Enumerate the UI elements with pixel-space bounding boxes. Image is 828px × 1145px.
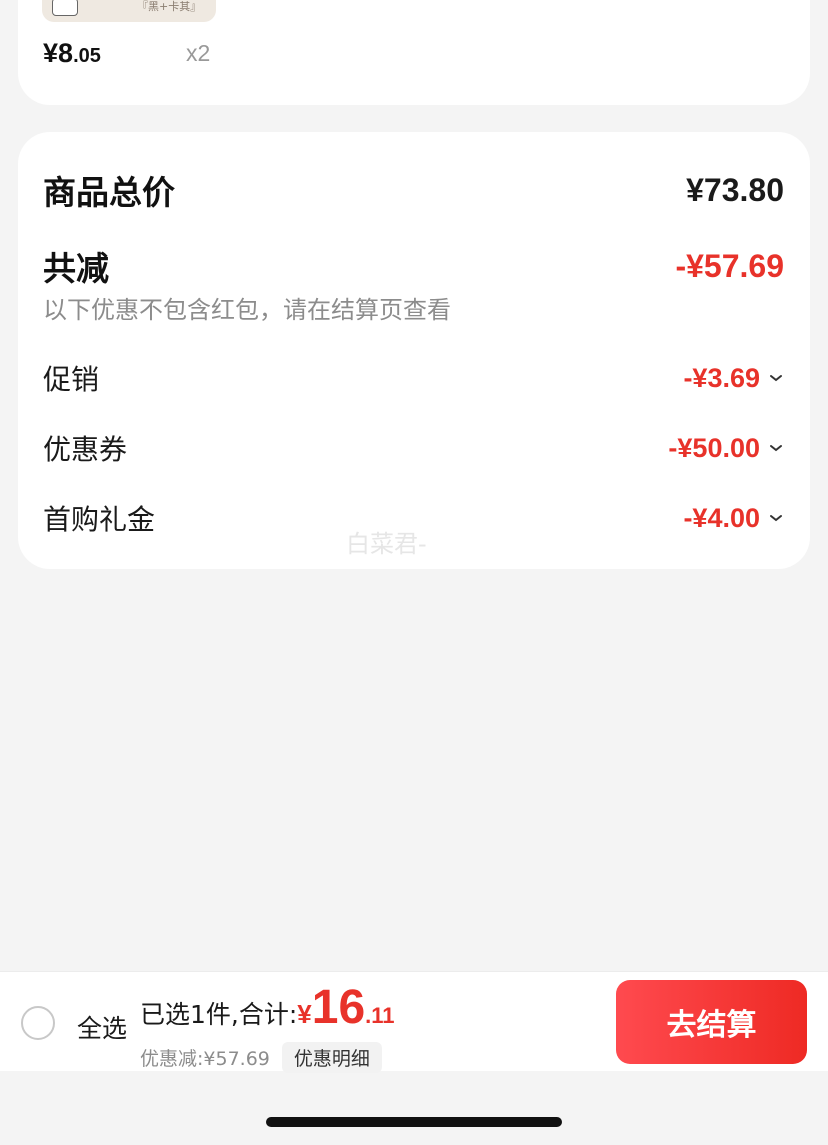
total-dec: .11 — [365, 1003, 395, 1028]
total-summary: 已选1件,合计: ¥ 16 .11 — [140, 984, 395, 1032]
product-price: ¥8.05 — [43, 38, 101, 69]
total-int: 16 — [311, 981, 366, 1034]
reduction-value: -¥57.69 — [675, 247, 784, 284]
discount-label: 优惠券 — [43, 433, 128, 466]
selected-count-label: 已选1件,合计: — [140, 1000, 298, 1029]
select-all-checkbox[interactable] — [21, 1006, 55, 1040]
discount-row-coupon[interactable]: 优惠券 -¥50.00 — [43, 428, 784, 468]
discount-value: -¥3.69 — [683, 362, 760, 393]
discount-value: -¥50.00 — [668, 432, 760, 463]
total-currency: ¥ — [297, 999, 312, 1029]
discount-row-promotion[interactable]: 促销 -¥3.69 — [43, 358, 784, 398]
checkout-button[interactable]: 去结算 — [616, 980, 807, 1064]
discount-note: 以下优惠不包含红包，请在结算页查看 — [43, 296, 451, 324]
total-label: 商品总价 — [43, 173, 175, 212]
select-all-label[interactable]: 全选 — [77, 1009, 127, 1045]
price-int: 8 — [58, 38, 74, 68]
price-dec: .05 — [73, 45, 101, 67]
reduction-label: 共减 — [43, 249, 109, 288]
chevron-down-icon[interactable] — [768, 440, 784, 456]
discount-label: 首购礼金 — [43, 503, 156, 536]
chevron-down-icon[interactable] — [768, 510, 784, 526]
product-quantity: x2 — [186, 40, 211, 66]
product-thumbnail[interactable]: 『黑+卡其』 — [42, 0, 216, 22]
product-card[interactable]: 『黑+卡其』 ¥8.05 x2 — [18, 0, 810, 105]
discount-value: -¥4.00 — [683, 502, 760, 533]
product-tag-icon — [52, 0, 78, 16]
watermark: 白菜君- — [346, 530, 427, 558]
chevron-down-icon[interactable] — [768, 370, 784, 386]
discount-total-text: 优惠减:¥57.69 — [140, 1048, 270, 1070]
total-row: 商品总价 ¥73.80 — [43, 166, 784, 214]
discount-detail-button[interactable]: 优惠明细 — [281, 1042, 382, 1073]
reduction-row: 共减 -¥57.69 — [43, 242, 784, 290]
discount-amount: -¥4.00 — [683, 503, 784, 534]
total-value: ¥73.80 — [686, 171, 784, 208]
thumbnail-caption: 『黑+卡其』 — [137, 0, 202, 13]
price-symbol: ¥ — [43, 38, 59, 68]
discount-label: 促销 — [43, 363, 100, 396]
discount-summary: 优惠减:¥57.69 优惠明细 — [140, 1042, 382, 1073]
discount-amount: -¥50.00 — [668, 433, 784, 464]
price-summary-card: 商品总价 ¥73.80 共减 -¥57.69 以下优惠不包含红包，请在结算页查看… — [18, 132, 810, 569]
discount-amount: -¥3.69 — [683, 363, 784, 394]
checkout-bar: 全选 已选1件,合计: ¥ 16 .11 优惠减:¥57.69 优惠明细 去结算 — [0, 971, 828, 1073]
home-indicator[interactable] — [266, 1117, 562, 1127]
